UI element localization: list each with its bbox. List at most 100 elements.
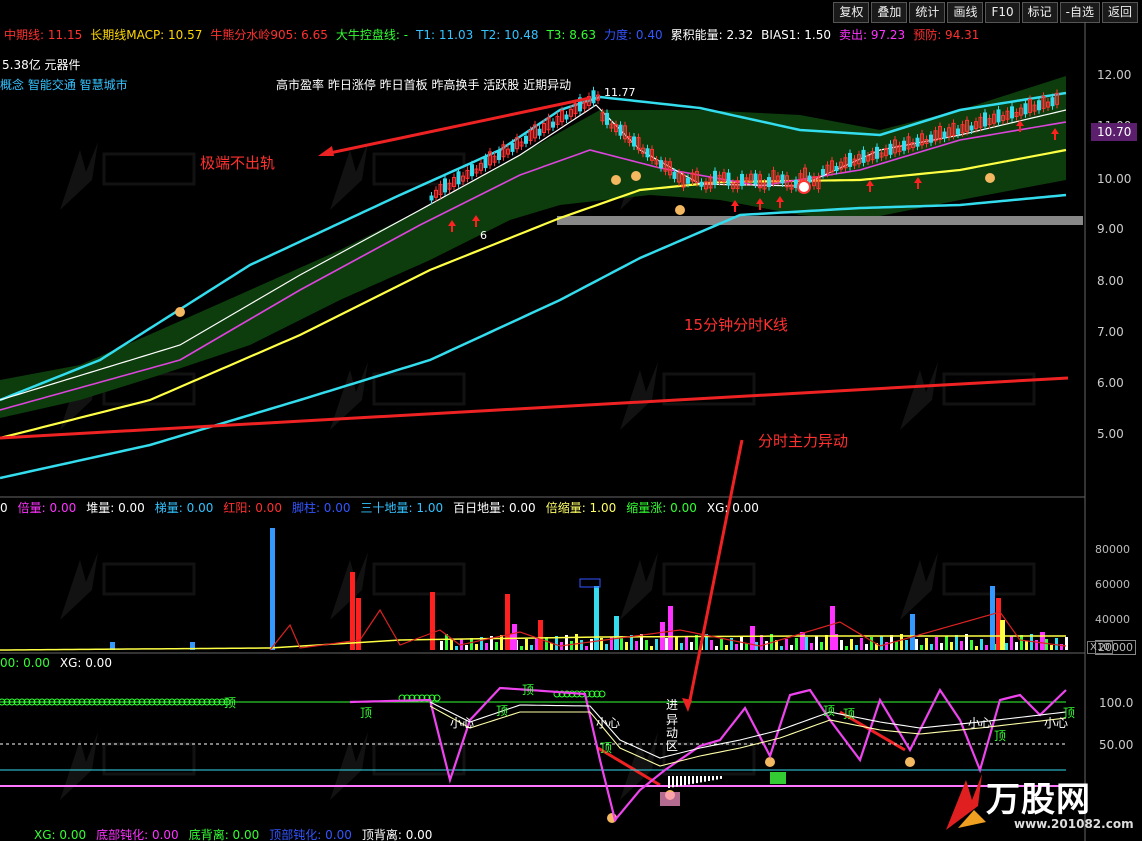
top-label: 顶 (360, 706, 373, 720)
price-tick: 6.00 (1097, 376, 1124, 390)
candle (1010, 106, 1014, 119)
bottom-indicator-value: 顶背离: 0.00 (361, 828, 433, 841)
volume-bar (625, 642, 628, 650)
candle (564, 114, 569, 120)
indicator-value: 大牛控盘线: - (335, 28, 409, 42)
candle (686, 177, 690, 184)
oscillator-chart (0, 686, 1067, 823)
osc-histogram-bar (704, 776, 706, 782)
annotation-arrow (688, 439, 744, 701)
stock-tags: 高市盈率 昨日涨停 昨日首板 昨高换手 活跃股 近期异动 (276, 78, 572, 92)
volume-bar (500, 635, 503, 650)
candle (902, 140, 906, 151)
candle (969, 125, 974, 131)
volume-bar (1045, 639, 1048, 650)
volume-bar (455, 646, 458, 650)
osc-histogram-bar (712, 776, 714, 781)
volume-bar (1050, 645, 1053, 650)
bottom-indicator-value: 底背离: 0.00 (188, 828, 260, 841)
osc-histogram-bar (684, 776, 686, 786)
candle (672, 171, 677, 179)
oscillator-indicator-row: 00: 0.00 XG: 0.00 (0, 656, 122, 670)
top-label: 顶 (224, 696, 237, 710)
watermark-mark (60, 732, 196, 800)
volume-bar (740, 637, 743, 650)
volume-bar (495, 642, 498, 650)
volume-bar (940, 643, 943, 650)
watermark-shape (372, 152, 466, 186)
volume-bar (465, 645, 468, 650)
osc-histogram-bar (720, 776, 722, 779)
volume-bar (350, 572, 355, 650)
watermark-shape (620, 552, 658, 620)
volume-bar (1065, 637, 1068, 650)
background-watermarks (60, 142, 1036, 800)
osc-histogram-bar (692, 776, 694, 784)
volume-bar (915, 639, 918, 650)
candle (537, 128, 542, 136)
volume-bar (860, 638, 863, 650)
volume-bar (1015, 642, 1018, 650)
candle (470, 164, 474, 177)
top-label: 顶 (843, 707, 856, 721)
candle (1050, 97, 1055, 107)
candle (915, 137, 920, 147)
volume-bar (865, 644, 868, 650)
hand-pointer-icon (765, 757, 775, 767)
volume-bar (955, 635, 958, 650)
watermark-shape (900, 552, 938, 620)
volume-bar (830, 606, 835, 650)
indicator-value: 累积能量: 2.32 (670, 28, 754, 42)
volume-bar (585, 646, 588, 650)
volume-bar (990, 586, 995, 650)
volume-bar (605, 644, 608, 650)
indicator-value: T3: 8.63 (546, 28, 597, 42)
candle (456, 171, 461, 185)
price-chart (0, 76, 1083, 823)
note-main-force: 分时主力异动 (758, 432, 849, 450)
volume-bar (920, 645, 923, 650)
arrow-head (682, 698, 692, 712)
careful-label: 小心 (450, 716, 475, 730)
note-extreme: 极端不出轨 (200, 154, 276, 172)
current-price-badge: 10.70 (1091, 123, 1137, 141)
volume-bar (668, 606, 673, 650)
candle (780, 174, 785, 184)
volume-bar (505, 594, 510, 650)
candle (659, 160, 663, 169)
volume-bar (790, 645, 793, 650)
watermark-mark (900, 552, 1036, 620)
volume-bar (970, 640, 973, 650)
volume-unit: X10 (1087, 641, 1113, 654)
volume-bar (945, 636, 948, 650)
candle (753, 173, 758, 185)
volume-indicator-value: 三十地量: 1.00 (360, 501, 444, 515)
candle (618, 124, 623, 136)
indicator-value: 长期线MACP: 10.57 (90, 28, 203, 42)
volume-bar (1025, 641, 1028, 650)
osc-block (770, 772, 786, 784)
candle (713, 170, 717, 185)
volume-bar (800, 632, 805, 650)
volume-bar (810, 643, 813, 650)
volume-bar (780, 646, 783, 650)
volume-bar (760, 635, 763, 650)
osc-histogram-bar (668, 776, 670, 788)
volume-marker (579, 578, 601, 588)
osc-indicator-value: XG: 0.00 (59, 656, 112, 670)
watermark-shape (102, 152, 196, 186)
candle (848, 152, 852, 167)
osc-tick: 50.00 (1099, 738, 1134, 752)
candle (888, 143, 893, 155)
candle (605, 112, 609, 125)
candle (645, 148, 650, 158)
volume-bar (665, 638, 668, 650)
volume-bar (850, 639, 853, 650)
volume-tick: 40000 (1095, 613, 1130, 626)
brand-title: 万股网 (986, 780, 1091, 820)
candle (942, 131, 947, 139)
candle (510, 142, 515, 152)
volume-bar (910, 614, 915, 650)
indicator-value: T1: 11.03 (416, 28, 474, 42)
candle (983, 112, 987, 127)
